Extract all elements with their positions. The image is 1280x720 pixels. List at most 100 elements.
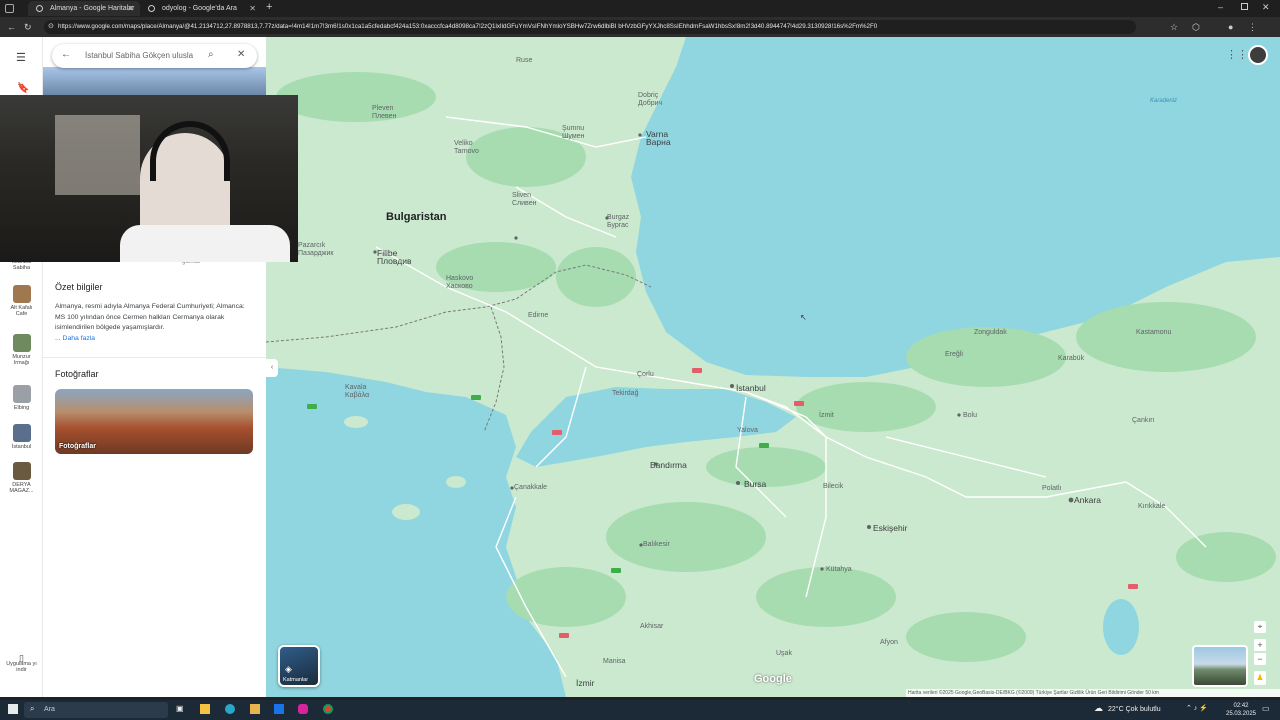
map-canvas[interactable]: Karadeniz Varna Варна Dobriç Добрич Şumn… <box>266 37 1280 697</box>
map-label-izmir[interactable]: İzmir <box>576 679 594 688</box>
saved-icon[interactable]: 🔖 <box>17 83 29 94</box>
map-label-karadeniz[interactable]: Karadeniz <box>1150 97 1177 105</box>
map-attribution[interactable]: Harita verileri ©2025 Google,GeoBasis-DE… <box>906 689 1280 697</box>
outlook-icon[interactable] <box>274 704 284 714</box>
recent-place-derya[interactable]: DERYA MAGAZ... <box>4 462 39 494</box>
close-tab-icon[interactable]: ✕ <box>249 4 256 13</box>
layers-button[interactable]: ◈ Katmanlar <box>278 645 320 687</box>
read-more-link[interactable]: ... Daha fazla <box>55 335 95 342</box>
recent-place-istanbul[interactable]: İstanbul <box>4 424 39 450</box>
map-label-sumnu[interactable]: Şumnu Шумен <box>562 125 584 141</box>
browser-menu-icon[interactable] <box>5 4 14 13</box>
map-label-zonguldak[interactable]: Zonguldak <box>974 329 1007 337</box>
reload-icon[interactable]: ↻ <box>24 17 32 37</box>
map-label-haskovo[interactable]: Haskovo Хасково <box>446 275 473 291</box>
map-label-polatli[interactable]: Polatlı <box>1042 485 1061 493</box>
map-label-manisa[interactable]: Manisa <box>603 658 626 666</box>
apps-grid-icon[interactable]: ⋮⋮ <box>1226 48 1248 61</box>
recent-place-label: Elbing <box>13 405 30 411</box>
tab-google-search[interactable]: odyolog - Google'da Ara ✕ <box>140 1 262 16</box>
recent-place-elbing[interactable]: Elbing <box>4 385 39 411</box>
map-label-istanbul[interactable]: İstanbul <box>736 384 766 393</box>
photos-thumbnail[interactable]: Fotoğraflar <box>55 389 253 454</box>
recent-place-alt-kafali[interactable]: Alt Kafalı Cafe <box>4 285 39 317</box>
menu-icon[interactable]: ☰ <box>16 51 26 64</box>
start-icon[interactable] <box>8 704 18 714</box>
map-label-pazarcik[interactable]: Pazarcık Пазарджик <box>298 242 333 258</box>
close-window-icon[interactable]: ✕ <box>1262 2 1270 13</box>
map-label-veliko-tarnovo[interactable]: Veliko Tarnovo <box>454 140 479 156</box>
map-label-dobric[interactable]: Dobriç Добрич <box>638 92 662 108</box>
back-arrow-icon[interactable]: ← <box>61 49 71 60</box>
map-label-balikesir[interactable]: Balıkesir <box>643 541 670 549</box>
collapse-panel-button[interactable]: ‹ <box>266 359 278 377</box>
zoom-out-button[interactable]: − <box>1254 653 1266 665</box>
panel-header-photo[interactable] <box>43 67 266 95</box>
back-icon[interactable]: ← <box>7 17 16 37</box>
search-icon[interactable]: ⌕ <box>208 49 214 60</box>
map-label-eregli[interactable]: Ereğli <box>945 351 963 359</box>
map-label-pleven[interactable]: Pleven Плевен <box>372 105 396 121</box>
map-label-filibe[interactable]: Filibe Пловдив <box>377 249 412 266</box>
map-label-akhisar[interactable]: Akhisar <box>640 623 663 631</box>
map-label-usak[interactable]: Uşak <box>776 650 792 658</box>
profile-icon[interactable]: ● <box>1228 17 1233 37</box>
weather-icon[interactable]: ☁ <box>1094 703 1103 714</box>
map-label-edirne[interactable]: Edirne <box>528 312 548 320</box>
map-label-kutahya[interactable]: Kütahya <box>826 566 852 574</box>
weather-text[interactable]: 22°C Çok bulutlu <box>1108 706 1161 713</box>
minimize-icon[interactable]: – <box>1218 2 1223 12</box>
map-label-sliven[interactable]: Sliven Сливен <box>512 192 536 208</box>
map-label-ankara[interactable]: Ankara <box>1074 496 1101 505</box>
map-label-tekirdag[interactable]: Tekirdağ <box>612 390 638 398</box>
new-tab-button[interactable]: + <box>266 1 272 13</box>
map-label-corlu[interactable]: Çorlu <box>637 371 654 379</box>
clear-search-icon[interactable]: ✕ <box>237 49 245 60</box>
map-label-ruse[interactable]: Ruse <box>516 57 532 65</box>
instagram-icon[interactable] <box>298 704 308 714</box>
browser-more-icon[interactable]: ⋮ <box>1248 17 1257 37</box>
account-avatar[interactable] <box>1248 45 1268 65</box>
map-label-afyon[interactable]: Afyon <box>880 639 898 647</box>
map-label-canakkale[interactable]: Çanakkale <box>514 484 547 492</box>
map-label-karabuk[interactable]: Karabük <box>1058 355 1084 363</box>
download-app-button[interactable]: ▯ Uygulama yı indir <box>4 654 39 674</box>
recent-place-munzur[interactable]: Munzur Irmağı <box>4 334 39 366</box>
extensions-icon[interactable]: ⬡ <box>1192 17 1200 37</box>
map-label-bilecik[interactable]: Bilecik <box>823 483 843 491</box>
tray-icons[interactable]: ⌃ ♪ ⚡ <box>1186 704 1208 712</box>
clock[interactable]: 02:42 25.03.2025 <box>1224 702 1258 718</box>
taskbar-search[interactable]: ⌕ Ara <box>24 702 168 718</box>
map-label-bandirma[interactable]: Bandırma <box>650 461 687 470</box>
search-input[interactable]: İstanbul Sabiha Gökçen ulusla <box>85 51 203 60</box>
maximize-icon[interactable] <box>1241 3 1248 10</box>
folder-icon[interactable] <box>250 704 260 714</box>
zoom-in-button[interactable]: + <box>1254 639 1266 651</box>
map-label-burgaz[interactable]: Burgaz Бургас <box>607 214 629 230</box>
notification-icon[interactable]: ▭ <box>1262 704 1270 713</box>
edge-icon[interactable] <box>225 704 235 714</box>
map-label-kirikkale[interactable]: Kırıkkale <box>1138 503 1165 511</box>
task-view-icon[interactable]: ▣ <box>176 704 184 713</box>
map-label-bursa[interactable]: Bursa <box>744 480 766 489</box>
map-label-kastamonu[interactable]: Kastamonu <box>1136 329 1171 337</box>
map-label-bulgaristan[interactable]: Bulgaristan <box>386 212 447 223</box>
my-location-button[interactable]: ⌖ <box>1254 621 1266 633</box>
maps-search-box[interactable]: ← İstanbul Sabiha Gökçen ulusla ⌕ ✕ <box>52 44 257 68</box>
map-label-bolu[interactable]: Bolu <box>963 412 977 420</box>
map-label-varna[interactable]: Varna Варна <box>646 130 671 147</box>
map-label-eskisehir[interactable]: Eskişehir <box>873 524 907 533</box>
bookmark-star-icon[interactable]: ☆ <box>1170 17 1178 37</box>
map-label-cankiri[interactable]: Çankırı <box>1132 417 1155 425</box>
map-label-yalova[interactable]: Yalova <box>737 427 758 435</box>
map-label-kavala[interactable]: Kavala Καβάλα <box>345 384 369 400</box>
map-label-izmit[interactable]: İzmit <box>819 412 834 420</box>
tab-google-maps[interactable]: Almanya - Google Haritalar ✕ <box>28 1 140 16</box>
file-explorer-icon[interactable] <box>200 704 210 714</box>
close-tab-icon[interactable]: ✕ <box>127 4 134 13</box>
pegman-icon[interactable]: ♟ <box>1254 671 1266 685</box>
street-view-thumbnail[interactable] <box>1192 645 1248 687</box>
site-info-icon[interactable]: ⊙ <box>48 20 54 34</box>
url-field[interactable]: ⊙ https://www.google.com/maps/place/Alma… <box>44 20 1136 34</box>
chrome-icon[interactable] <box>323 704 333 714</box>
